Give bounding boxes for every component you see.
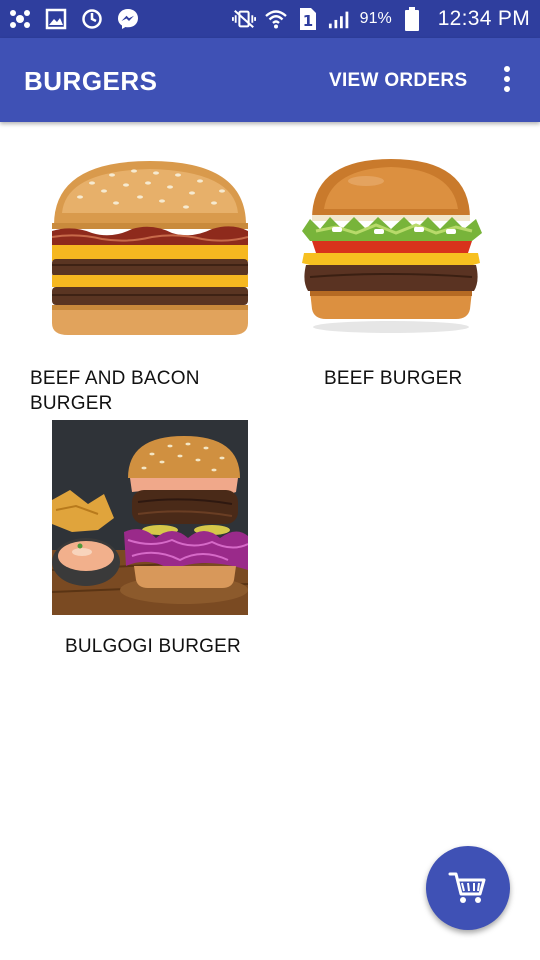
- clock: 12:34 PM: [437, 7, 530, 30]
- signal-icon: [328, 7, 352, 31]
- messenger-icon: [116, 7, 140, 31]
- battery-icon: [400, 7, 424, 31]
- status-notifications: [8, 7, 140, 31]
- product-label: BEEF AND BACON BURGER: [30, 368, 200, 414]
- beef-and-bacon-burger-image[interactable]: [52, 153, 248, 338]
- more-vert-icon[interactable]: [494, 64, 520, 94]
- product-label: BULGOGI BURGER: [65, 636, 241, 657]
- page-title: BURGERS: [24, 66, 158, 96]
- bulgogi-burger-image[interactable]: [52, 420, 248, 615]
- app-notification-icon: [8, 7, 32, 31]
- menu-dot: [504, 86, 510, 92]
- app-bar: BURGERS VIEW ORDERS: [0, 38, 540, 122]
- wifi-icon: [264, 7, 288, 31]
- view-orders-button[interactable]: VIEW ORDERS: [329, 70, 467, 92]
- sim-slot-label: 1: [302, 12, 312, 30]
- product-label: BEEF BURGER: [324, 368, 463, 389]
- shopping-cart-icon: [448, 872, 486, 903]
- screen: 1 91% 12:34 PM BURGERS VIEW ORDERS BEEF …: [0, 0, 540, 960]
- menu-dot: [504, 76, 510, 82]
- gallery-icon: [44, 7, 68, 31]
- status-system: 1 91% 12:34 PM: [231, 7, 530, 31]
- beef-burger-image[interactable]: [296, 153, 486, 338]
- sim-icon: 1: [296, 7, 320, 31]
- sync-icon: [80, 7, 104, 31]
- vibrate-mute-icon: [231, 7, 256, 31]
- cart-button[interactable]: [426, 846, 510, 930]
- battery-percent: 91%: [359, 10, 392, 27]
- menu-dot: [504, 66, 510, 72]
- status-bar: 1 91% 12:34 PM: [0, 0, 540, 38]
